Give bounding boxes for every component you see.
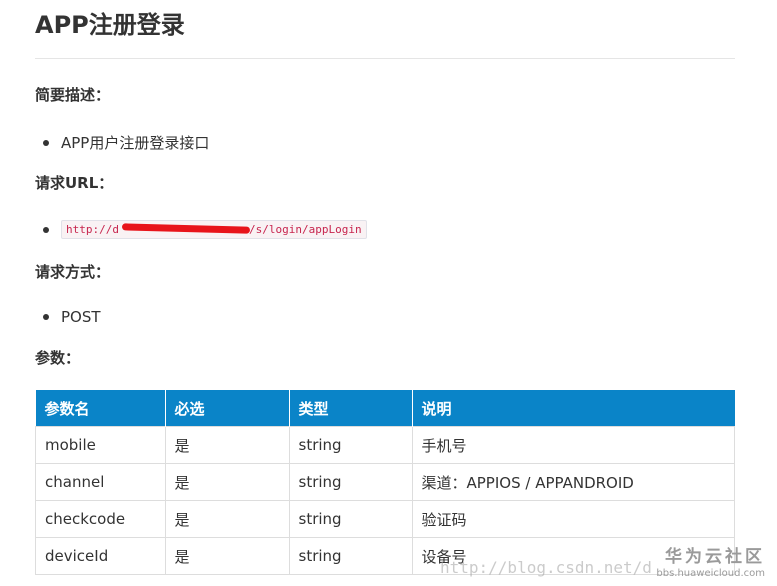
page-title: APP注册登录 [35,11,185,39]
params-table: 参数名 必选 类型 说明 mobile 是 string 手机号 channel… [35,390,735,575]
blog-watermark: http://blog.csdn.net/d [440,558,652,577]
method-text: POST [61,308,101,326]
description-text: APP用户注册登录接口 [61,134,210,152]
required-cell: 是 [164,537,290,575]
header-description: 说明 [412,390,735,427]
description-heading: 简要描述： [35,86,111,104]
table-row: channel 是 string 渠道：APPIOS / APPANDROID [35,463,735,501]
bullet-icon [43,314,49,320]
bullet-icon [43,139,49,146]
param-name-cell: deviceId [35,537,166,575]
params-heading: 参数： [35,349,81,367]
title-divider [35,58,735,59]
url-list-item: http://d/s/login/appLogin [43,220,367,239]
url-heading: 请求URL： [35,174,114,192]
description-cell: 手机号 [411,426,735,464]
description-list-item: APP用户注册登录接口 [43,132,209,153]
brand-name: 华为云社区 [665,547,765,567]
description-cell: 渠道：APPIOS / APPANDROID [411,463,735,501]
method-heading: 请求方式： [35,263,111,281]
table-header-row: 参数名 必选 类型 说明 [35,390,735,427]
table-row: checkcode 是 string 验证码 [35,500,735,538]
redaction-mark [121,223,251,234]
param-name-cell: checkcode [35,500,166,538]
huaweicloud-watermark: 华为云社区 bbs.huaweicloud.com [656,542,765,579]
param-name-cell: channel [35,463,166,501]
description-cell: 验证码 [411,500,735,538]
header-type: 类型 [289,390,413,427]
required-cell: 是 [164,426,290,464]
header-required: 必选 [165,390,290,427]
required-cell: 是 [164,500,290,538]
param-name-cell: mobile [35,426,166,464]
type-cell: string [288,500,413,538]
type-cell: string [288,537,413,575]
bullet-icon [43,226,49,233]
url-code: http://d/s/login/appLogin [61,220,367,239]
url-prefix: http://d [66,223,119,236]
table-row: mobile 是 string 手机号 [35,426,735,464]
url-suffix: /s/login/appLogin [248,223,362,236]
required-cell: 是 [164,463,290,501]
header-param-name: 参数名 [35,390,166,427]
method-list-item: POST [43,308,101,326]
type-cell: string [288,463,413,501]
type-cell: string [288,426,413,464]
brand-url: bbs.huaweicloud.com [656,568,765,579]
